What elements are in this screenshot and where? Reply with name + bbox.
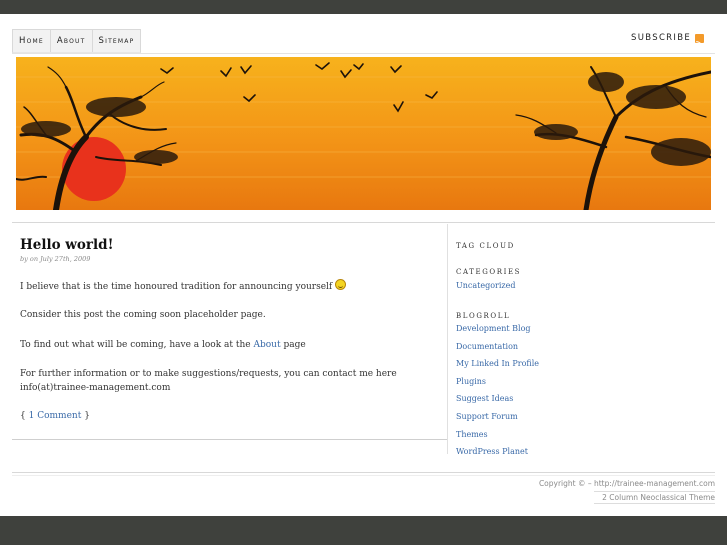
post-title[interactable]: Hello world!: [20, 237, 114, 253]
blogroll-linkedin-profile[interactable]: My Linked In Profile: [456, 359, 539, 368]
blogroll-themes[interactable]: Themes: [456, 430, 488, 439]
rss-icon: [695, 33, 704, 43]
categories-heading: CATEGORIES: [456, 268, 522, 276]
smiley-icon: [335, 279, 347, 290]
footer-divider-secondary: [12, 475, 715, 476]
comments-link[interactable]: 1 Comment: [29, 411, 82, 421]
post-meta: by on July 27th, 2009: [20, 255, 91, 263]
post-paragraph-3-before: To find out what will be coming, have a …: [20, 340, 251, 350]
blogroll-plugins[interactable]: Plugins: [456, 377, 486, 386]
about-link[interactable]: About: [254, 340, 281, 350]
post-paragraph-4: For further information or to make sugge…: [20, 369, 397, 393]
nav-home[interactable]: Home: [13, 30, 51, 52]
content-divider: [12, 439, 447, 440]
blogroll-documentation[interactable]: Documentation: [456, 342, 518, 351]
blogroll-suggest-ideas[interactable]: Suggest Ideas: [456, 394, 513, 403]
sun-shape: [62, 137, 126, 201]
post-paragraph-3-after: page: [283, 340, 306, 350]
theme-credit[interactable]: 2 Column Neoclassical Theme: [594, 491, 715, 504]
post-paragraph-2: Consider this post the coming soon place…: [20, 310, 266, 320]
sidebar-divider: [447, 224, 448, 454]
comments-open-brace: {: [20, 411, 26, 421]
header-banner: [16, 57, 711, 210]
nav-sitemap[interactable]: Sitemap: [93, 30, 141, 52]
top-bar: [0, 0, 727, 14]
nav-divider: [12, 53, 715, 54]
footer-divider: [12, 472, 715, 473]
post-paragraph-1-text: I believe that is the time honoured trad…: [20, 282, 333, 292]
tag-cloud-heading: TAG CLOUD: [456, 242, 515, 250]
copyright-text: Copyright © – http://trainee-management.…: [538, 479, 715, 488]
post-paragraph-3: To find out what will be coming, have a …: [20, 338, 306, 352]
blogroll-development-blog[interactable]: Development Blog: [456, 324, 531, 333]
category-uncategorized[interactable]: Uncategorized: [456, 281, 515, 290]
blogroll-wordpress-planet[interactable]: WordPress Planet: [456, 447, 528, 456]
subscribe-link[interactable]: SUBSCRIBE: [631, 33, 704, 43]
post-paragraph-1: I believe that is the time honoured trad…: [20, 279, 347, 294]
blogroll-support-forum[interactable]: Support Forum: [456, 412, 518, 421]
comments-link-wrapper: { 1 Comment }: [20, 411, 90, 421]
main-nav: Home About Sitemap: [12, 29, 142, 53]
comments-close-brace: }: [84, 411, 90, 421]
bottom-bar: [0, 516, 727, 545]
subscribe-label: SUBSCRIBE: [631, 33, 691, 43]
blogroll-heading: BLOGROLL: [456, 312, 511, 320]
header-divider: [12, 222, 715, 223]
nav-about[interactable]: About: [51, 30, 93, 52]
